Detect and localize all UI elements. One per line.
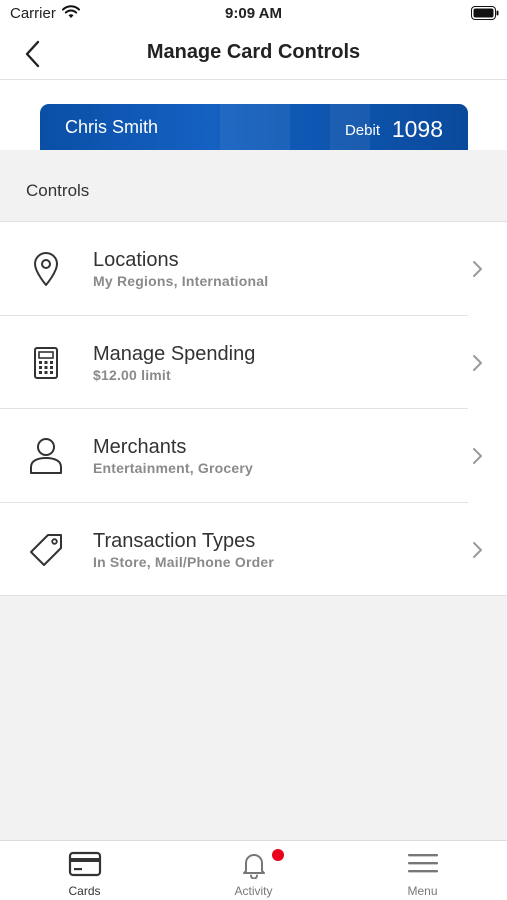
control-row-manage-spending[interactable]: Manage Spending $12.00 limit xyxy=(0,316,507,409)
controls-list: Locations My Regions, International Mana… xyxy=(0,222,507,596)
control-row-transaction-types[interactable]: Transaction Types In Store, Mail/Phone O… xyxy=(0,503,507,596)
tab-menu[interactable]: Menu xyxy=(338,841,507,900)
row-subtitle: My Regions, International xyxy=(93,273,269,289)
card-preview[interactable]: Chris Smith Debit 1098 xyxy=(40,104,468,150)
battery-icon xyxy=(471,6,499,25)
chevron-right-icon xyxy=(470,353,484,378)
card-last-four: 1098 xyxy=(391,116,443,142)
row-title: Merchants xyxy=(93,436,187,458)
tag-icon xyxy=(28,531,64,569)
row-subtitle: Entertainment, Grocery xyxy=(93,460,253,476)
status-bar: Carrier 9:09 AM xyxy=(0,0,507,28)
navigation-bar: Manage Card Controls xyxy=(0,28,507,80)
control-row-locations[interactable]: Locations My Regions, International xyxy=(0,222,507,316)
tab-label: Cards xyxy=(68,884,101,898)
chevron-right-icon xyxy=(470,540,484,565)
row-title: Manage Spending xyxy=(93,342,256,365)
chevron-right-icon xyxy=(470,259,484,284)
control-row-merchants[interactable]: Merchants Entertainment, Grocery xyxy=(0,409,507,503)
row-subtitle: $12.00 limit xyxy=(93,366,171,383)
bell-icon xyxy=(169,851,338,879)
chevron-right-icon xyxy=(470,446,484,471)
tab-label: Menu xyxy=(407,884,438,898)
notification-badge xyxy=(272,849,284,861)
section-header: Controls xyxy=(0,150,507,222)
clock: 9:09 AM xyxy=(225,5,282,22)
calculator-icon xyxy=(28,344,64,382)
person-icon xyxy=(28,437,64,475)
tab-label: Activity xyxy=(234,884,273,898)
page-title: Manage Card Controls xyxy=(146,41,361,63)
card-area: Chris Smith Debit 1098 xyxy=(0,80,507,150)
row-subtitle: In Store, Mail/Phone Order xyxy=(93,553,275,570)
tab-activity[interactable]: Activity xyxy=(169,841,338,900)
card-pattern xyxy=(220,104,290,150)
row-title: Locations xyxy=(93,249,179,271)
divider xyxy=(0,595,507,596)
tab-cards[interactable]: Cards xyxy=(0,841,169,900)
card-type: Debit xyxy=(344,122,380,139)
location-pin-icon xyxy=(28,250,64,288)
card-holder-name: Chris Smith xyxy=(65,117,159,137)
row-title: Transaction Types xyxy=(93,529,256,552)
credit-card-icon xyxy=(0,851,169,877)
tab-bar: Cards Activity Menu xyxy=(0,840,507,900)
hamburger-menu-icon xyxy=(338,851,507,875)
section-title: Controls xyxy=(26,181,90,200)
